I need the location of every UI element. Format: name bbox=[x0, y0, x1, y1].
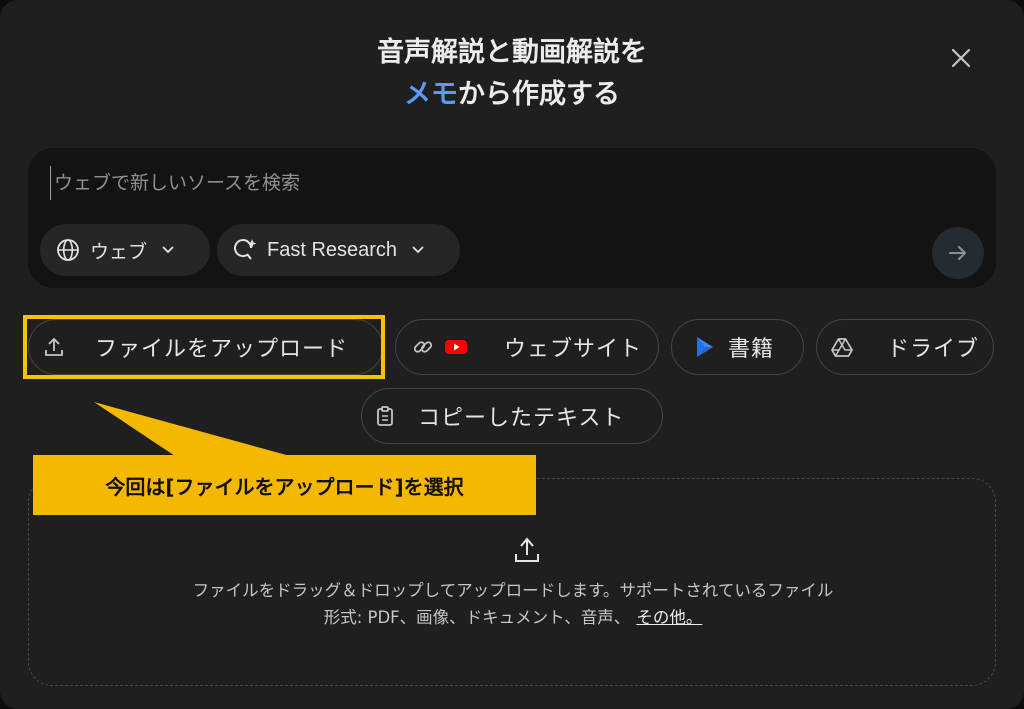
website-source-button[interactable]: ウェブサイト bbox=[395, 319, 659, 375]
google-play-books-icon bbox=[697, 337, 713, 357]
source-type-dropdown[interactable]: ウェブ bbox=[40, 224, 210, 276]
link-icon bbox=[413, 341, 433, 353]
supported-formats-text: 形式: PDF、画像、ドキュメント、音声、 bbox=[323, 608, 631, 627]
title-line-2-rest: から作成する bbox=[458, 79, 620, 110]
title-line-1: 音声解説と動画解説を bbox=[377, 37, 647, 68]
search-input[interactable] bbox=[50, 166, 850, 200]
upload-icon bbox=[45, 337, 63, 356]
clipboard-icon bbox=[377, 406, 393, 426]
upload-file-label: ファイルをアップロード bbox=[95, 337, 349, 362]
research-mode-dropdown[interactable]: Fast Research bbox=[217, 224, 460, 276]
website-label: ウェブサイト bbox=[504, 337, 643, 362]
books-source-button[interactable]: 書籍 bbox=[671, 319, 804, 375]
drive-source-button[interactable]: ドライブ bbox=[816, 319, 994, 375]
title-accent: メモ bbox=[404, 79, 458, 110]
more-formats-link[interactable]: その他。 bbox=[636, 608, 702, 627]
globe-icon bbox=[57, 239, 79, 261]
upload-file-button[interactable]: ファイルをアップロード bbox=[28, 319, 383, 375]
research-mode-label: Fast Research bbox=[267, 238, 398, 261]
dropzone-instructions: ファイルをドラッグ＆ドロップしてアップロードします。サポートされているファイル … bbox=[89, 577, 937, 631]
dropzone-line-2: 形式: PDF、画像、ドキュメント、音声、 その他。 bbox=[89, 604, 937, 631]
dialog-title: 音声解説と動画解説を メモから作成する bbox=[212, 32, 812, 116]
search-submit-button[interactable] bbox=[932, 227, 984, 279]
drive-icon bbox=[831, 338, 853, 357]
youtube-icon bbox=[445, 340, 467, 354]
chevron-down-icon bbox=[162, 246, 174, 254]
books-label: 書籍 bbox=[728, 337, 775, 362]
close-button[interactable] bbox=[943, 40, 979, 76]
paste-text-button[interactable]: コピーしたテキスト bbox=[361, 388, 663, 444]
search-panel: ウェブ Fast Research bbox=[28, 148, 996, 288]
create-dialog: 音声解説と動画解説を メモから作成する ウェブ Fa bbox=[0, 0, 1024, 709]
source-type-label: ウェブ bbox=[90, 240, 148, 263]
close-icon bbox=[951, 48, 971, 68]
paste-text-label: コピーしたテキスト bbox=[418, 406, 625, 431]
dropzone-line-1: ファイルをドラッグ＆ドロップしてアップロードします。サポートされているファイル bbox=[192, 581, 834, 600]
arrow-right-icon bbox=[949, 246, 966, 260]
chevron-down-icon bbox=[412, 246, 424, 254]
sparkle-search-icon bbox=[234, 239, 257, 260]
upload-icon bbox=[515, 537, 539, 562]
annotation-callout-text: 今回は[ファイルをアップロード]を選択 bbox=[105, 474, 464, 499]
drive-label: ドライブ bbox=[887, 337, 980, 362]
title-line-2: メモから作成する bbox=[212, 74, 812, 116]
annotation-callout: 今回は[ファイルをアップロード]を選択 bbox=[33, 455, 536, 515]
